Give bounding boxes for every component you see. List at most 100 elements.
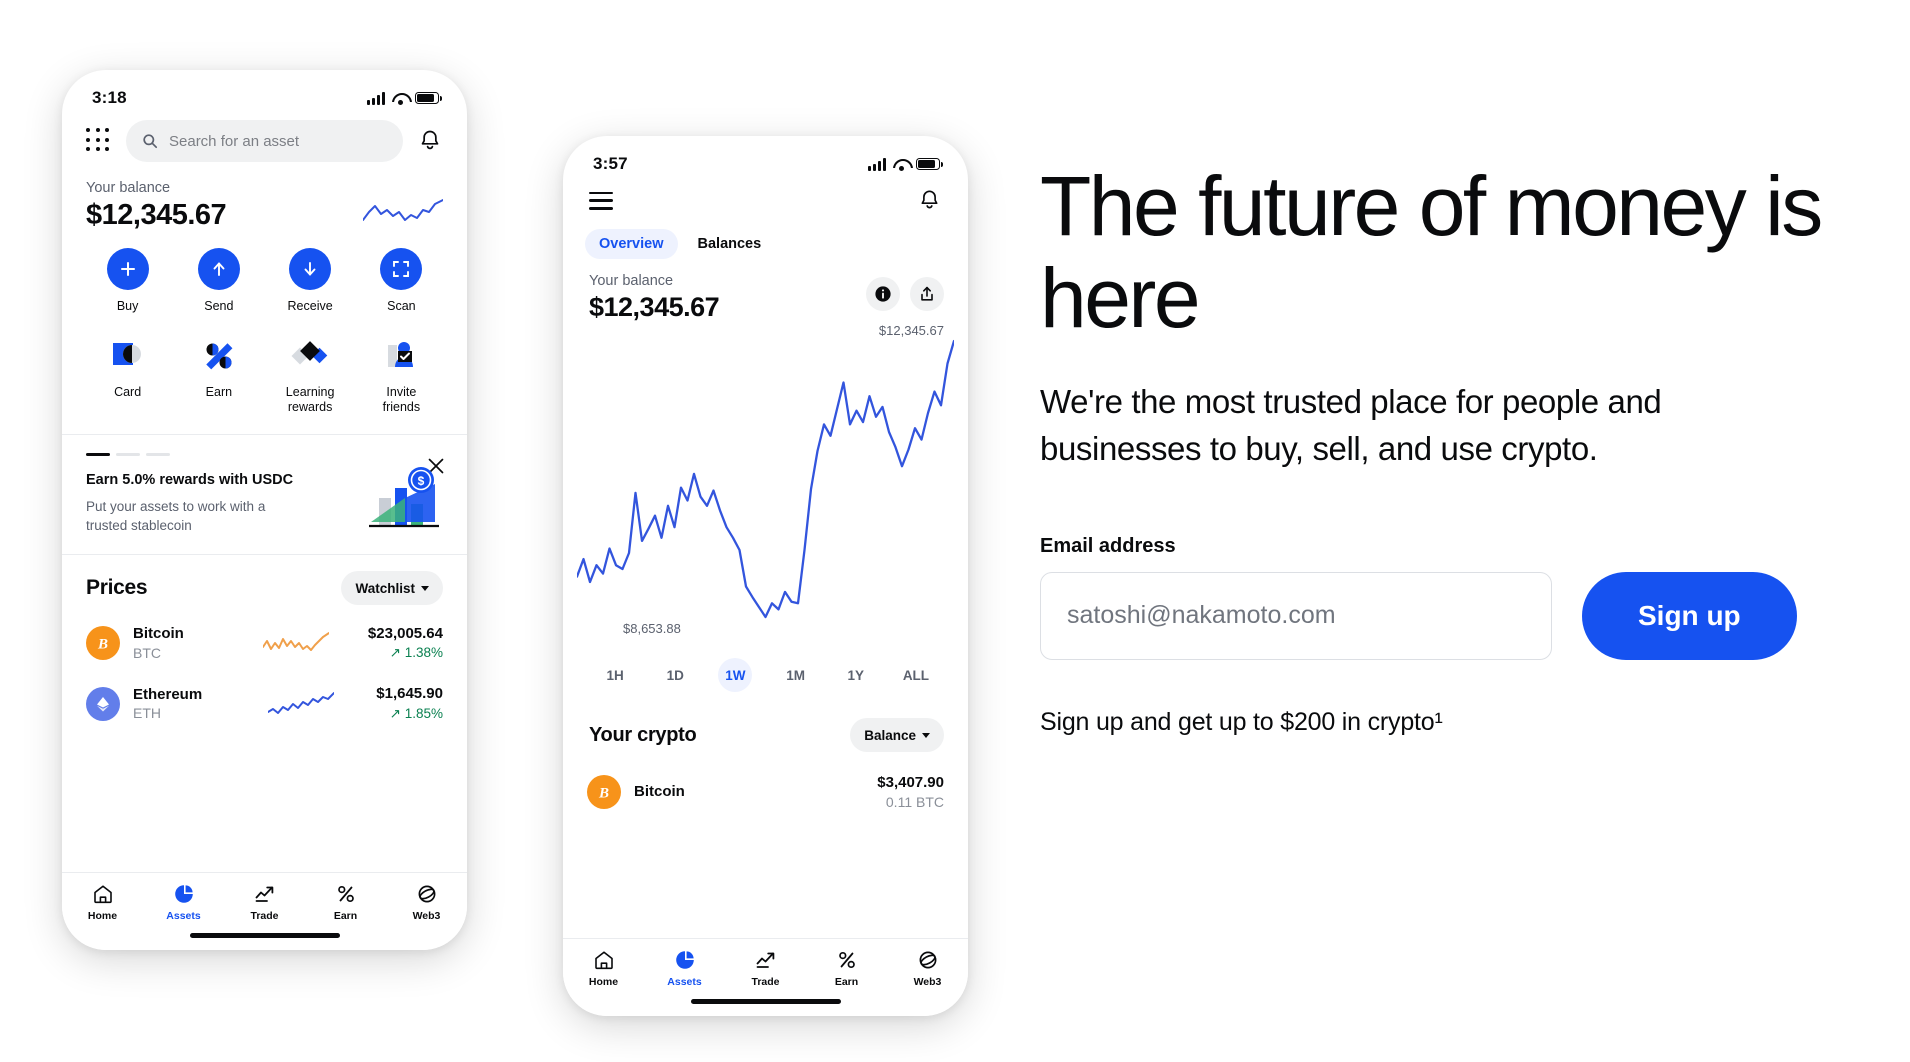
tab-assets[interactable]: Assets [644,949,725,988]
promo-pagination[interactable] [86,452,443,456]
action-receive[interactable]: Receive [265,248,356,315]
feature-shortcuts: Card Earn Learning rewards Invite friend… [62,315,467,434]
coin-values: $3,407.90 0.11 BTC [877,773,944,811]
action-label: Scan [387,299,416,313]
coin-identity: Bitcoin BTC [133,624,225,662]
tab-label: Trade [250,910,279,922]
action-buy[interactable]: Buy [82,248,173,315]
marketing-panel: The future of money is here We're the mo… [1040,160,1830,737]
wifi-icon [392,92,408,105]
tab-label: Home [588,976,619,988]
action-send[interactable]: Send [173,248,264,315]
signup-fineprint: Sign up and get up to $200 in crypto¹ [1040,707,1443,736]
coin-symbol: BTC [133,644,161,661]
promo-card[interactable]: Earn 5.0% rewards with USDC Put your ass… [62,435,467,554]
tab-assets[interactable]: Assets [143,883,224,922]
page-subtitle: We're the most trusted place for people … [1040,382,1662,467]
balance-chart[interactable]: $12,345.67 $8,653.88 [563,323,968,636]
coin-name: Bitcoin [133,625,184,643]
signup-form: Sign up [1040,571,1830,660]
tab-label: Web3 [913,976,942,988]
percent-icon [838,951,855,969]
percent-icon [337,885,354,903]
feature-earn[interactable]: Earn [173,337,264,416]
search-placeholder: Search for an asset [169,132,300,150]
phone-mockup-home: 3:18 Search for an asset Your balance $1… [62,70,467,950]
apps-grid-icon[interactable] [86,128,112,154]
battery-icon [916,158,943,170]
balance-actions [866,277,944,311]
tab-trade[interactable]: Trade [224,883,305,922]
email-field[interactable] [1040,571,1552,660]
coin-amount: 0.11 BTC [885,794,944,811]
coin-price: $23,005.64 [367,625,443,642]
bell-icon[interactable] [417,128,443,154]
table-row[interactable]: Ethereum ETH $1,645.90 ↗ 1.85% [62,673,467,733]
range-1d[interactable]: 1D [645,658,705,692]
watchlist-filter-button[interactable]: Watchlist [341,571,443,605]
balance-filter-button[interactable]: Balance [850,718,944,752]
chart-low-label: $8,653.88 [623,621,681,636]
share-icon[interactable] [910,277,944,311]
pie-chart-icon [174,885,193,903]
info-icon[interactable] [866,277,900,311]
action-scan[interactable]: Scan [356,248,447,315]
range-1m[interactable]: 1M [766,658,826,692]
cellular-signal-icon [868,157,886,171]
tab-web3[interactable]: Web3 [887,949,968,988]
chart-line [575,339,956,619]
status-time: 3:18 [92,88,127,107]
feature-invite-friends[interactable]: Invite friends [356,337,447,416]
feature-label: Card [114,384,142,399]
hamburger-icon[interactable] [589,191,613,210]
coin-value: $3,407.90 [877,774,944,791]
table-row[interactable]: B Bitcoin BTC $23,005.64 ↗ 1.38% [62,613,467,673]
svg-text:B: B [97,637,108,653]
email-label: Email address [1040,534,1176,557]
prices-title: Prices [86,576,148,599]
tab-home[interactable]: Home [563,949,644,988]
tab-earn[interactable]: Earn [806,949,887,988]
bell-icon[interactable] [917,188,942,213]
range-1h[interactable]: 1H [585,658,645,692]
coin-change: ↗ 1.38% [389,645,443,661]
arrow-up-icon [197,248,240,290]
tab-home[interactable]: Home [62,883,143,922]
cellular-signal-icon [367,91,385,105]
range-1y[interactable]: 1Y [826,658,886,692]
time-range-selector: 1H 1D 1W 1M 1Y ALL [563,632,968,692]
range-all[interactable]: ALL [886,658,946,692]
top-bar [563,178,968,213]
tab-web3[interactable]: Web3 [386,883,467,922]
tab-earn[interactable]: Earn [305,883,386,922]
watchlist-filter-label: Watchlist [355,580,415,596]
tab-balances[interactable]: Balances [684,229,776,259]
coin-price: $1,645.90 [376,685,443,703]
table-row[interactable]: B Bitcoin $3,407.90 0.11 BTC [563,762,968,822]
home-icon [594,951,613,970]
range-1w[interactable]: 1W [705,658,765,692]
coin-values: $23,005.64 ↗ 1.38% [368,624,443,662]
feature-card[interactable]: Card [82,337,173,416]
sign-up-button[interactable]: Sign up [1582,571,1797,660]
feature-learning-rewards[interactable]: Learning rewards [265,337,356,416]
balance-sparkline [363,199,443,221]
tab-label: Assets [166,910,201,922]
action-label: Send [204,299,234,313]
tab-trade[interactable]: Trade [725,949,806,988]
percent-art-icon [200,337,238,375]
your-crypto-title: Your crypto [589,723,697,746]
battery-icon [415,92,442,104]
status-indicators [868,157,943,171]
tab-label: Earn [333,910,358,922]
person-art-icon [382,337,420,375]
your-crypto-header: Your crypto Balance [563,692,968,762]
status-time: 3:57 [593,154,628,173]
tab-label: Trade [751,976,780,988]
search-input[interactable]: Search for an asset [126,120,403,162]
home-indicator [189,933,340,938]
balance-block: Your balance $12,345.67 [62,162,467,232]
tab-overview[interactable]: Overview [585,229,678,259]
trend-arrow-icon [255,886,273,902]
status-bar: 3:18 [62,70,467,112]
